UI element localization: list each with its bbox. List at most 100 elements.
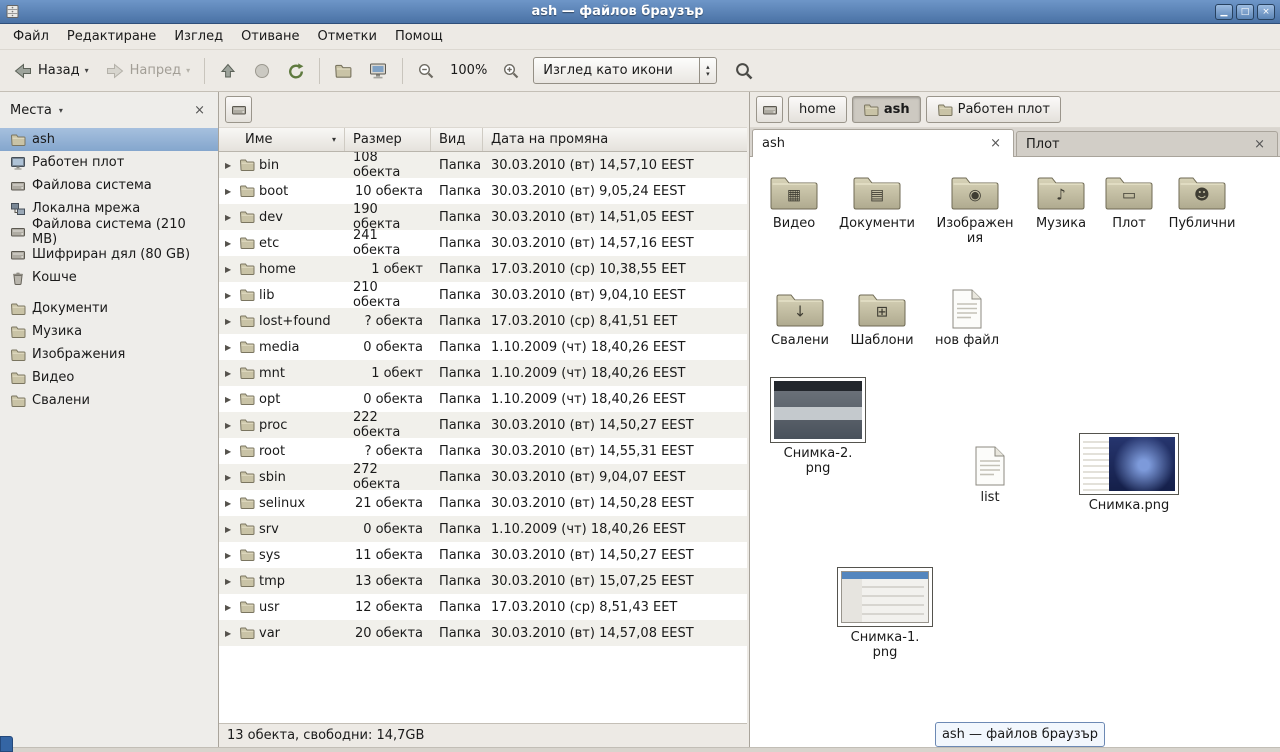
column-header-type[interactable]: Вид [431, 128, 483, 151]
file-row[interactable]: ▶var20 обектаПапка30.03.2010 (вт) 14,57,… [219, 620, 747, 646]
maximize-button[interactable]: □ [1236, 4, 1254, 20]
expander-icon[interactable]: ▶ [225, 395, 235, 404]
icon-view-item[interactable]: list [950, 445, 1030, 505]
expander-icon[interactable]: ▶ [225, 239, 235, 248]
view-mode-select[interactable]: Изглед като икони ▴ ▾ [533, 57, 717, 84]
icon-view-item[interactable]: ▭Плот [1089, 171, 1169, 231]
breadcrumb-root-button[interactable] [756, 96, 783, 123]
sidebar-close-icon[interactable]: × [191, 103, 208, 118]
tab-plot[interactable]: Плот × [1016, 131, 1278, 156]
sidebar-item[interactable]: Документи [0, 297, 218, 320]
sidebar-item[interactable]: Изображения [0, 343, 218, 366]
expander-icon[interactable]: ▶ [225, 473, 235, 482]
file-row[interactable]: ▶srv0 обектаПапка1.10.2009 (чт) 18,40,26… [219, 516, 747, 542]
file-row[interactable]: ▶proc222 обектаПапка30.03.2010 (вт) 14,5… [219, 412, 747, 438]
file-row[interactable]: ▶sbin272 обектаПапка30.03.2010 (вт) 9,04… [219, 464, 747, 490]
tab-close-icon[interactable]: × [987, 136, 1004, 151]
back-button[interactable]: Назад ▾ [6, 56, 96, 86]
expander-icon[interactable]: ▶ [225, 187, 235, 196]
sidebar-item[interactable]: Файлова система [0, 174, 218, 197]
tab-close-icon[interactable]: × [1251, 137, 1268, 152]
expander-icon[interactable]: ▶ [225, 421, 235, 430]
icon-view-item[interactable]: Снимка-2. png [766, 377, 870, 476]
expander-icon[interactable]: ▶ [225, 551, 235, 560]
file-row[interactable]: ▶lib210 обектаПапка30.03.2010 (вт) 9,04,… [219, 282, 747, 308]
expander-icon[interactable]: ▶ [225, 447, 235, 456]
menu-item[interactable]: Отметки [308, 25, 385, 48]
column-header-size[interactable]: Размер [345, 128, 431, 151]
forward-button[interactable]: Напред ▾ [98, 56, 198, 86]
icon-view-item[interactable]: ▤Документи [837, 171, 917, 231]
column-header-name[interactable]: Име ▾ [219, 128, 345, 151]
expander-icon[interactable]: ▶ [225, 317, 235, 326]
sidebar-item[interactable]: Работен плот [0, 151, 218, 174]
breadcrumb-desktop[interactable]: Работен плот [926, 96, 1061, 123]
reload-button[interactable] [280, 56, 312, 86]
sidebar-item[interactable]: Музика [0, 320, 218, 343]
zoom-out-button[interactable] [410, 56, 442, 86]
expander-icon[interactable]: ▶ [225, 577, 235, 586]
panel-launcher-fragment[interactable] [0, 736, 13, 752]
file-row[interactable]: ▶mnt1 обектПапка1.10.2009 (чт) 18,40,26 … [219, 360, 747, 386]
icon-view-item[interactable]: ▦Видео [754, 171, 834, 231]
icon-view-item[interactable]: нов файл [927, 288, 1007, 348]
file-row[interactable]: ▶bin108 обектаПапка30.03.2010 (вт) 14,57… [219, 152, 747, 178]
computer-button[interactable] [361, 56, 395, 86]
expander-icon[interactable]: ▶ [225, 265, 235, 274]
taskbar-window-button[interactable]: ash — файлов браузър [935, 722, 1105, 747]
breadcrumb-home[interactable]: home [788, 96, 847, 123]
file-row[interactable]: ▶etc241 обектаПапка30.03.2010 (вт) 14,57… [219, 230, 747, 256]
file-row[interactable]: ▶home1 обектПапка17.03.2010 (ср) 10,38,5… [219, 256, 747, 282]
expander-icon[interactable]: ▶ [225, 369, 235, 378]
sidebar-dropdown-icon[interactable]: ▾ [59, 106, 63, 115]
menu-item[interactable]: Изглед [165, 25, 232, 48]
back-dropdown-icon[interactable]: ▾ [85, 66, 89, 75]
file-row[interactable]: ▶usr12 обектаПапка17.03.2010 (ср) 8,51,4… [219, 594, 747, 620]
file-row[interactable]: ▶sys11 обектаПапка30.03.2010 (вт) 14,50,… [219, 542, 747, 568]
sidebar-header[interactable]: Места ▾ × [0, 92, 218, 128]
icon-view-item[interactable]: Снимка-1. png [833, 567, 937, 660]
file-row[interactable]: ▶boot10 обектаПапка30.03.2010 (вт) 9,05,… [219, 178, 747, 204]
file-row[interactable]: ▶media0 обектаПапка1.10.2009 (чт) 18,40,… [219, 334, 747, 360]
expander-icon[interactable]: ▶ [225, 499, 235, 508]
stop-button[interactable] [246, 56, 278, 86]
search-button[interactable] [727, 55, 761, 87]
file-row[interactable]: ▶root? обектаПапка30.03.2010 (вт) 14,55,… [219, 438, 747, 464]
expander-icon[interactable]: ▶ [225, 213, 235, 222]
file-row[interactable]: ▶dev190 обектаПапка30.03.2010 (вт) 14,51… [219, 204, 747, 230]
file-row[interactable]: ▶selinux21 обектаПапка30.03.2010 (вт) 14… [219, 490, 747, 516]
expander-icon[interactable]: ▶ [225, 603, 235, 612]
icon-view-item[interactable]: ⊞Шаблони [842, 288, 922, 348]
breadcrumb-ash[interactable]: ash [852, 96, 921, 123]
up-button[interactable] [212, 56, 244, 86]
view-mode-spinner[interactable]: ▴ ▾ [699, 58, 716, 83]
sidebar-item[interactable]: Файлова система (210 MB) [0, 220, 218, 243]
home-button[interactable] [327, 56, 359, 86]
minimize-button[interactable]: ▁ [1215, 4, 1233, 20]
icon-view-item[interactable]: ◉Изображен ия [935, 171, 1015, 246]
tab-ash[interactable]: ash × [752, 129, 1014, 157]
menu-item[interactable]: Файл [4, 25, 58, 48]
file-row[interactable]: ▶tmp13 обектаПапка30.03.2010 (вт) 15,07,… [219, 568, 747, 594]
expander-icon[interactable]: ▶ [225, 525, 235, 534]
close-button[interactable]: × [1257, 4, 1275, 20]
column-header-modified[interactable]: Дата на промяна [483, 128, 747, 151]
icon-view-item[interactable]: ☻Публични [1162, 171, 1242, 231]
sidebar-item[interactable]: Шифриран дял (80 GB) [0, 243, 218, 266]
icon-view[interactable]: ▦Видео▤Документи◉Изображен ия♪Музика▭Пло… [750, 157, 1280, 747]
expander-icon[interactable]: ▶ [225, 629, 235, 638]
sidebar-item[interactable]: Видео [0, 366, 218, 389]
menu-item[interactable]: Отиване [232, 25, 308, 48]
sidebar-item[interactable]: Кошче [0, 266, 218, 289]
menu-item[interactable]: Редактиране [58, 25, 165, 48]
forward-dropdown-icon[interactable]: ▾ [186, 66, 190, 75]
sidebar-item[interactable]: ash [0, 128, 218, 151]
zoom-in-button[interactable] [495, 56, 527, 86]
sidebar-item[interactable]: Свалени [0, 389, 218, 412]
menu-item[interactable]: Помощ [386, 25, 452, 48]
icon-view-item[interactable]: ↓Свалени [760, 288, 840, 348]
file-row[interactable]: ▶lost+found? обектаПапка17.03.2010 (ср) … [219, 308, 747, 334]
breadcrumb-root-button[interactable] [225, 96, 252, 123]
expander-icon[interactable]: ▶ [225, 343, 235, 352]
expander-icon[interactable]: ▶ [225, 161, 235, 170]
